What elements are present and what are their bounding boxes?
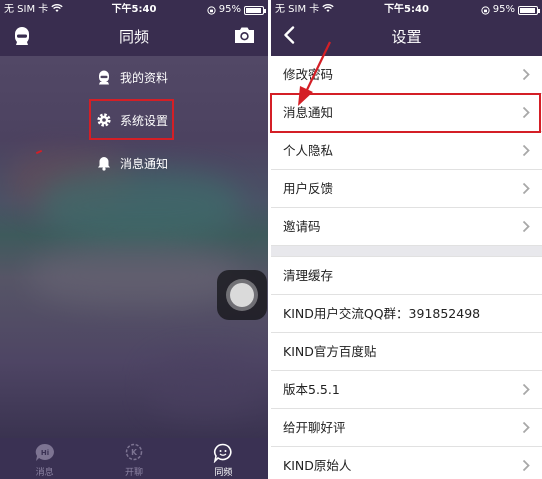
battery-percent: 95% [492, 4, 515, 15]
chevron-right-icon [522, 421, 530, 434]
tab-tongpin[interactable]: 同频 [179, 438, 268, 479]
chevron-right-icon [522, 220, 530, 233]
battery-percent: 95% [218, 4, 241, 15]
row-label: 给开聊好评 [283, 420, 346, 435]
tab-label: 开聊 [124, 468, 143, 478]
red-arrow-annotation [298, 41, 331, 106]
row-label: 用户反馈 [283, 181, 334, 196]
battery-fill [520, 7, 536, 13]
blur-blob [30, 246, 240, 306]
settings-row-invite-code[interactable]: 邀请码 [271, 208, 542, 246]
settings-row-clear-cache[interactable]: 清理缓存 [271, 257, 542, 295]
row-label: 个人隐私 [283, 143, 334, 158]
chat-hi-icon: Hi [35, 443, 54, 461]
left-header: 无 SIM 卡 下午5:40 95% 同频 [0, 0, 268, 56]
row-label: KIND用户交流QQ群：391852498 [283, 306, 481, 321]
highlight-box [89, 99, 174, 140]
status-right: 95% [481, 0, 540, 20]
settings-row-qq-group[interactable]: KIND用户交流QQ群：391852498 [271, 295, 542, 333]
settings-row-privacy[interactable]: 个人隐私 [271, 132, 542, 170]
camera-icon[interactable] [234, 26, 255, 44]
tab-chat[interactable]: K 开聊 [89, 438, 178, 479]
rotation-lock-icon [207, 5, 216, 15]
blur-blob [150, 356, 260, 416]
tab-bar: Hi 消息 K 开聊 同频 [0, 438, 268, 479]
battery-fill [246, 7, 262, 13]
menu-item-notifications[interactable]: 消息通知 [96, 151, 168, 175]
menu-item-label: 我的资料 [120, 70, 169, 85]
battery-icon [244, 5, 266, 15]
blur-blob [40, 171, 240, 241]
menu-item-profile[interactable]: 我的资料 [96, 65, 168, 89]
row-label: KIND原始人 [283, 458, 352, 473]
battery-icon [518, 5, 540, 15]
chat-face-icon [214, 443, 232, 463]
rotation-lock-icon [481, 5, 490, 15]
settings-row-feedback[interactable]: 用户反馈 [271, 170, 542, 208]
tab-messages[interactable]: Hi 消息 [0, 438, 89, 479]
page-title: 同频 [118, 28, 149, 46]
person-icon [96, 69, 112, 85]
chevron-right-icon [522, 383, 530, 396]
chevron-right-icon [522, 182, 530, 195]
menu-item-label: 消息通知 [120, 156, 169, 171]
svg-text:K: K [131, 448, 138, 457]
chat-k-icon: K [125, 443, 143, 461]
settings-row-kind-original[interactable]: KIND原始人 [271, 447, 542, 479]
tab-label: 同频 [214, 468, 233, 478]
assistive-core [230, 283, 254, 307]
settings-row-rate-app[interactable]: 给开聊好评 [271, 409, 542, 447]
settings-row-baidu-tieba[interactable]: KIND官方百度贴 [271, 333, 542, 371]
row-label: 清理缓存 [283, 268, 334, 283]
tab-label: 消息 [35, 468, 54, 478]
chevron-right-icon [522, 144, 530, 157]
section-separator [271, 246, 542, 257]
settings-row-version[interactable]: 版本5.5.1 [271, 371, 542, 409]
status-right: 95% [207, 0, 266, 20]
status-bar: 无 SIM 卡 下午5:40 95% [271, 0, 542, 20]
assistive-touch-button[interactable] [217, 270, 267, 320]
row-label: 邀请码 [283, 219, 321, 234]
bell-icon [96, 155, 112, 171]
status-bar: 无 SIM 卡 下午5:40 95% [0, 0, 268, 20]
row-label: KIND官方百度贴 [283, 344, 377, 359]
chevron-right-icon [522, 459, 530, 472]
left-phone-screen: 无 SIM 卡 下午5:40 95% 同频 我的资料 系统设置 消息通知 Hi … [0, 0, 268, 479]
svg-text:Hi: Hi [41, 449, 49, 457]
chevron-right-icon [522, 68, 530, 81]
row-label: 版本5.5.1 [283, 382, 340, 397]
